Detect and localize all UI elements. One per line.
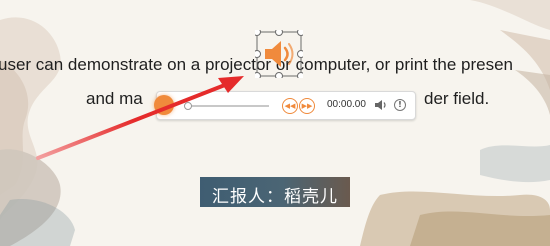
rewind-icon[interactable]: ◀◀	[282, 98, 298, 114]
playback-time: 00:00.00	[327, 99, 366, 110]
seek-track[interactable]	[187, 105, 269, 107]
audio-object[interactable]	[253, 28, 305, 80]
speaker-icon	[253, 28, 305, 80]
slide-body-text-line-2-start: and ma	[86, 89, 143, 108]
presenter-label: 汇报人：稻壳儿	[212, 187, 338, 207]
slide-body-text-line-2-end: der field.	[424, 89, 490, 108]
presenter-label-box: 汇报人：稻壳儿	[200, 177, 350, 207]
audio-player-bar: ◀◀ ▶▶ 00:00.00 !	[154, 91, 416, 120]
volume-icon[interactable]	[373, 97, 389, 113]
info-icon[interactable]: !	[394, 99, 406, 111]
play-icon[interactable]	[154, 95, 174, 115]
fast-forward-icon[interactable]: ▶▶	[299, 98, 315, 114]
seek-handle[interactable]	[184, 102, 192, 110]
